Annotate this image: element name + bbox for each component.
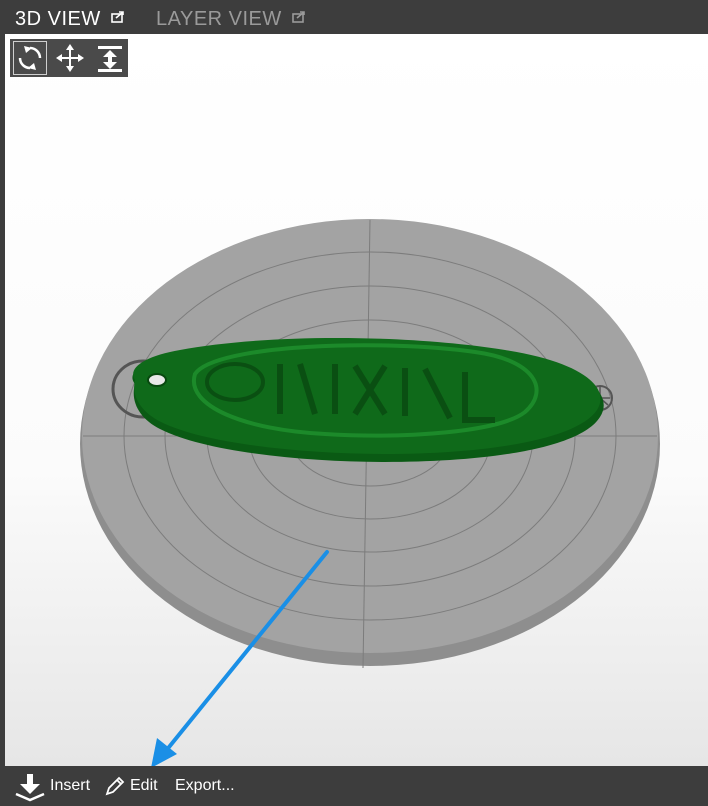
lay-flat-tool-button[interactable]	[94, 42, 126, 74]
insert-label: Insert	[50, 777, 91, 794]
scene-canvas[interactable]	[5, 34, 708, 766]
insert-icon	[15, 774, 45, 802]
bottom-toolbar: Insert Edit Export...	[0, 766, 708, 806]
rotate-icon	[18, 46, 42, 70]
view-tab-bar: 3D VIEW LAYER VIEW	[0, 0, 708, 34]
tab-3d-view[interactable]: 3D VIEW	[15, 6, 125, 31]
tab-layer-view[interactable]: LAYER VIEW	[156, 6, 306, 31]
edit-label: Edit	[130, 777, 158, 794]
tab-layer-view-label: LAYER VIEW	[156, 8, 282, 30]
edit-button[interactable]: Edit	[104, 766, 158, 806]
move-icon	[56, 44, 84, 72]
export-button[interactable]: Export...	[175, 766, 235, 806]
open-external-icon[interactable]	[111, 6, 125, 29]
lay-flat-icon	[98, 46, 122, 72]
insert-button[interactable]: Insert	[14, 766, 90, 806]
tab-3d-view-label: 3D VIEW	[15, 8, 101, 30]
pencil-icon	[105, 776, 125, 796]
move-tool-button[interactable]	[54, 42, 86, 74]
export-label: Export...	[175, 777, 235, 794]
open-external-icon[interactable]	[292, 6, 306, 29]
view-toolbox	[10, 39, 128, 77]
3d-viewport[interactable]	[5, 34, 708, 766]
model-keychain[interactable]	[132, 338, 604, 462]
rotate-tool-button[interactable]	[13, 41, 47, 75]
